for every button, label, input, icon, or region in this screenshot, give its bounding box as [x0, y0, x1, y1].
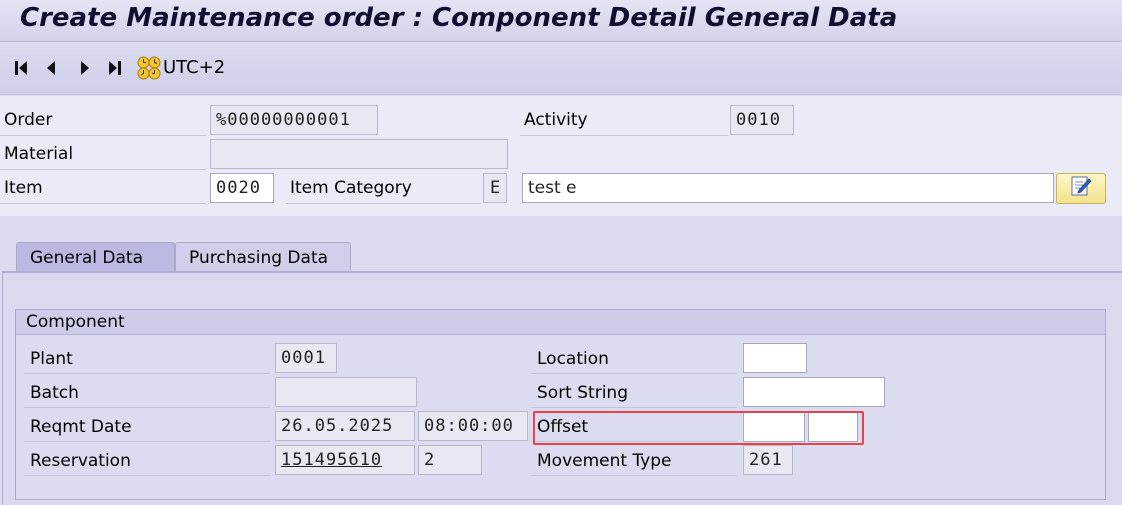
- first-page-icon[interactable]: [12, 57, 30, 79]
- plant-field: 0001: [275, 343, 337, 373]
- reservation-label: Reservation: [24, 446, 270, 476]
- reqmt-date-label: Reqmt Date: [24, 412, 270, 442]
- movement-type-label: Movement Type: [531, 446, 737, 476]
- reqmt-date-field: 26.05.2025: [275, 411, 415, 441]
- reqmt-time-field: 08:00:00: [418, 411, 528, 441]
- batch-field: [275, 377, 417, 407]
- activity-label: Activity: [520, 105, 728, 136]
- batch-label: Batch: [24, 378, 270, 408]
- reservation-item-field: 2: [418, 445, 482, 475]
- item-label: Item: [0, 173, 206, 204]
- item-category-label: Item Category: [286, 173, 481, 204]
- material-label: Material: [0, 139, 206, 170]
- previous-page-icon[interactable]: [43, 57, 59, 79]
- tab-purchasing-data[interactable]: Purchasing Data: [175, 242, 351, 272]
- order-field: %00000000001: [210, 105, 378, 135]
- component-group-title: Component: [16, 310, 1105, 335]
- item-category-field: E: [483, 173, 507, 203]
- description-field[interactable]: test e: [522, 173, 1054, 203]
- item-field[interactable]: 0020: [210, 173, 274, 203]
- long-text-button[interactable]: [1056, 173, 1106, 204]
- material-field: [210, 139, 508, 169]
- movement-type-field: 261: [743, 445, 793, 475]
- plant-label: Plant: [24, 344, 270, 374]
- sort-string-field[interactable]: [743, 377, 885, 407]
- timezone-label[interactable]: UTC+2: [163, 57, 225, 78]
- activity-field: 0010: [730, 105, 794, 135]
- reservation-link[interactable]: 151495610: [275, 445, 415, 475]
- last-page-icon[interactable]: [106, 57, 124, 79]
- offset-highlight: [533, 411, 864, 445]
- tab-general-data[interactable]: General Data: [16, 242, 175, 272]
- order-label: Order: [0, 105, 206, 136]
- location-label: Location: [531, 344, 737, 374]
- next-page-icon[interactable]: [77, 57, 93, 79]
- edit-text-icon: [1069, 174, 1093, 203]
- window-title: Create Maintenance order : Component Det…: [20, 3, 898, 33]
- timezone-icon[interactable]: [137, 56, 161, 80]
- sort-string-label: Sort String: [531, 378, 737, 408]
- location-field[interactable]: [743, 343, 807, 373]
